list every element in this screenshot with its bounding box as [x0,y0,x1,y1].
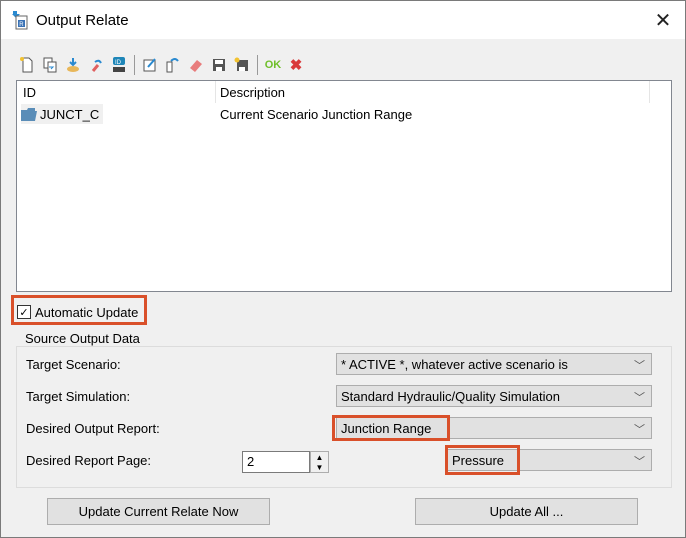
ok-button[interactable]: OK [263,55,283,75]
close-button[interactable]: ✕ [641,1,685,39]
save-button[interactable] [209,55,229,75]
update-current-relate-button[interactable]: Update Current Relate Now [47,498,270,525]
copy-icon [43,57,57,73]
undo-delete-icon [91,59,102,72]
title-bar: R Output Relate ✕ [1,1,685,39]
column-header-id[interactable]: ID [23,85,36,100]
column-divider[interactable] [649,81,650,103]
group-title: Source Output Data [23,331,142,346]
save-new-button[interactable] [232,55,252,75]
target-simulation-label: Target Simulation: [26,389,131,404]
import-icon [67,58,79,72]
row-id: JUNCT_C [40,106,100,122]
toolbar-separator [257,55,258,75]
automatic-update-checkbox[interactable]: ✓ [17,305,31,319]
new-button[interactable] [17,55,37,75]
spin-down-icon[interactable]: ▼ [311,462,328,472]
automatic-update-label: Automatic Update [35,305,139,320]
target-simulation-dropdown[interactable]: Standard Hydraulic/Quality Simulation ﹀ [336,385,652,407]
save-icon [213,59,225,71]
chevron-down-icon: ﹀ [634,424,645,436]
output-relate-dialog: R Output Relate ✕ ID OK ✖ ID Description [0,0,686,538]
update-all-button[interactable]: Update All ... [415,498,638,525]
list-header: ID Description [17,81,671,103]
cancel-button[interactable]: ✖ [286,55,306,75]
folder-icon [21,107,37,121]
rename-icon [166,58,179,73]
rename-button[interactable] [163,55,183,75]
new-icon [20,57,33,73]
target-scenario-value: * ACTIVE *, whatever active scenario is [341,357,568,372]
svg-text:ID: ID [115,60,122,66]
list-row[interactable]: JUNCT_C Current Scenario Junction Range [17,104,671,124]
output-report-label: Desired Output Report: [26,421,160,436]
copy-button[interactable] [40,55,60,75]
id-tag-icon: ID [113,57,125,72]
output-report-highlight [332,415,450,441]
chevron-down-icon: ﹀ [634,456,645,468]
report-page-label: Desired Report Page: [26,453,152,468]
target-scenario-dropdown[interactable]: * ACTIVE *, whatever active scenario is … [336,353,652,375]
svg-text:R: R [19,22,24,28]
chevron-down-icon: ﹀ [634,360,645,372]
toolbar-separator [134,55,135,75]
chevron-down-icon: ﹀ [634,392,645,404]
relate-list[interactable]: ID Description JUNCT_C Current Scenario … [16,80,672,292]
relate-app-icon: R [12,11,28,30]
column-divider[interactable] [215,81,216,103]
edit-icon [143,58,156,72]
undo-delete-button[interactable] [86,55,106,75]
report-page-stepper[interactable]: ▲ ▼ [310,451,329,473]
spin-up-icon[interactable]: ▲ [311,452,328,462]
row-id-cell[interactable]: JUNCT_C [21,104,104,124]
save-new-icon [234,57,248,71]
delete-button[interactable] [186,55,206,75]
close-icon: ✕ [654,9,672,32]
id-tag-button[interactable]: ID [109,55,129,75]
target-simulation-value: Standard Hydraulic/Quality Simulation [341,389,560,404]
eraser-icon [190,60,202,72]
target-scenario-label: Target Scenario: [26,357,121,372]
column-header-description[interactable]: Description [220,85,285,100]
row-description: Current Scenario Junction Range [220,107,413,122]
window-title: Output Relate [36,12,129,29]
page-field-highlight [445,445,520,475]
import-button[interactable] [63,55,83,75]
edit-button[interactable] [140,55,160,75]
report-page-input[interactable]: 2 [242,451,310,473]
toolbar: ID OK ✖ [17,54,306,76]
